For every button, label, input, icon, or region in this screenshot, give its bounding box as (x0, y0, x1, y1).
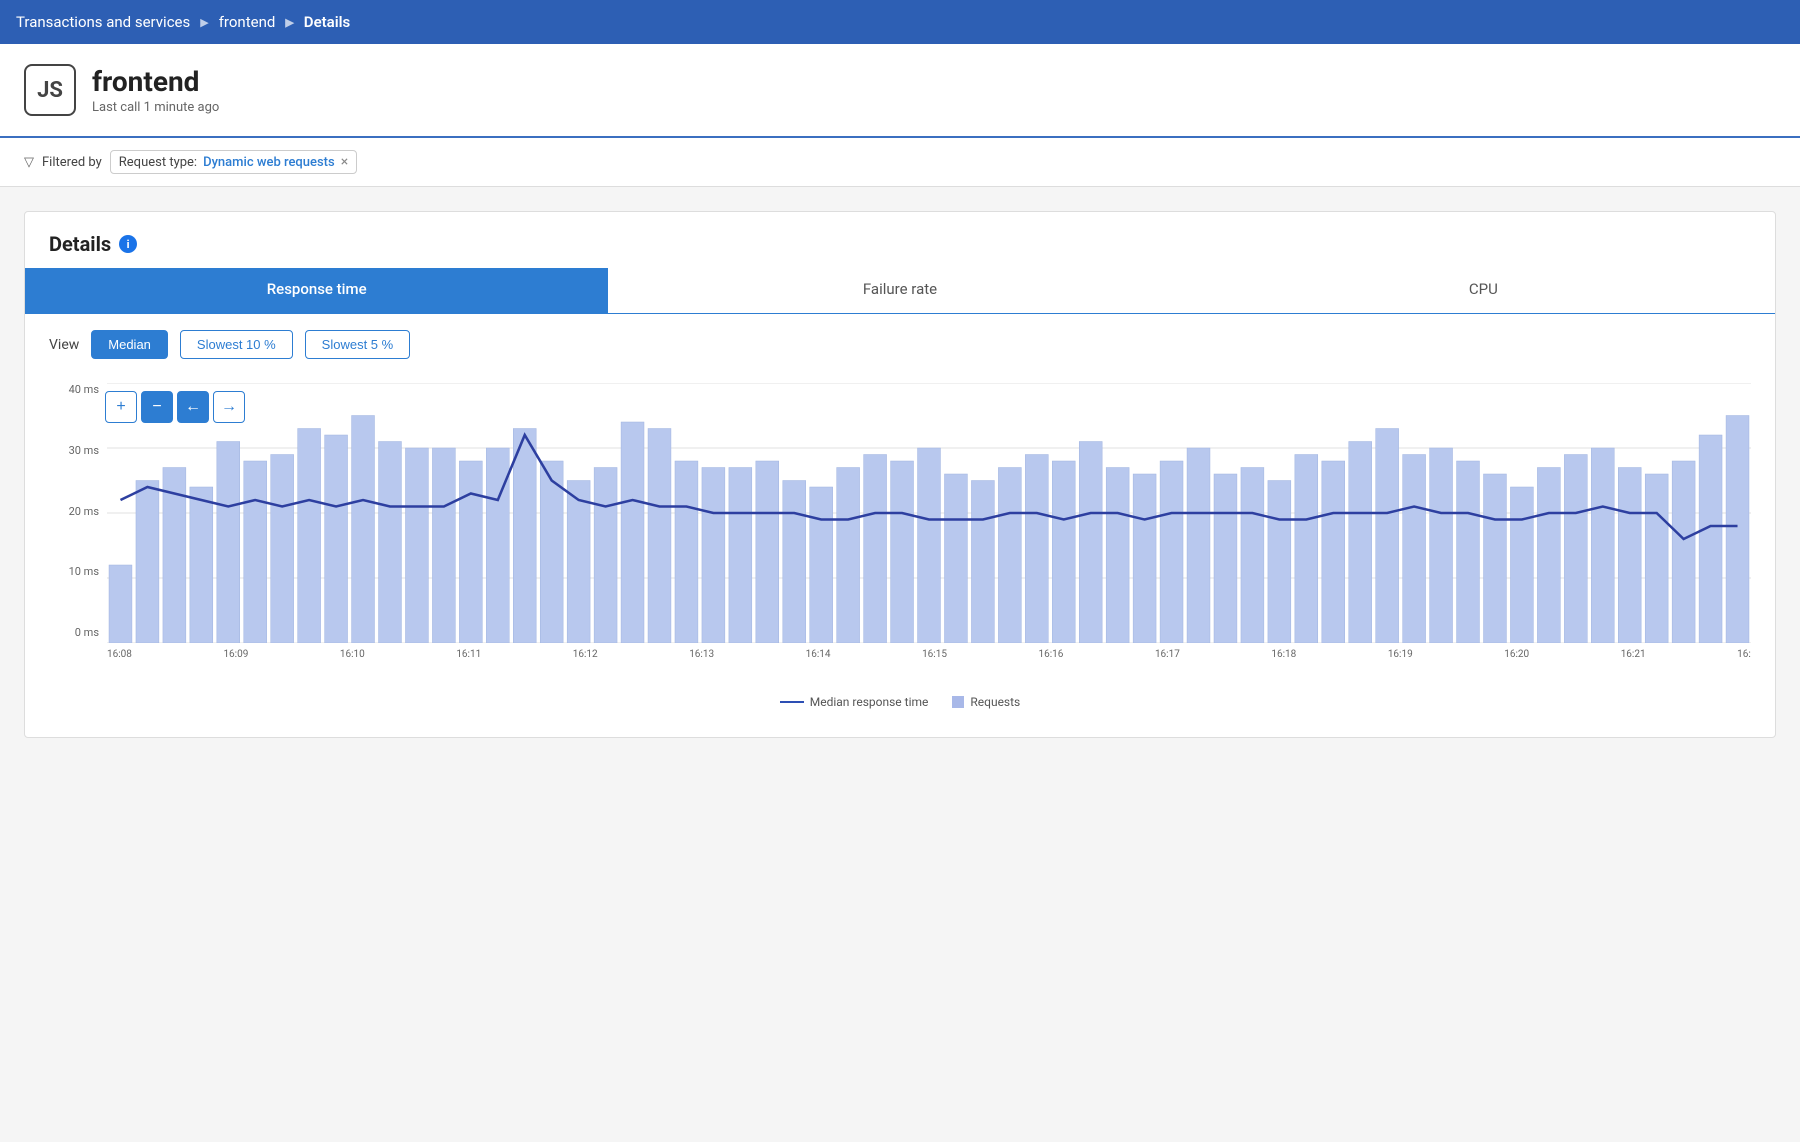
filter-close-button[interactable]: × (341, 154, 348, 170)
tab-failure-rate[interactable]: Failure rate (608, 268, 1191, 313)
x-label-1616: 16:16 (1039, 649, 1064, 660)
zoom-in-button[interactable]: + (105, 391, 137, 423)
y-label-20: 20 ms (49, 505, 107, 518)
info-icon[interactable]: i (119, 235, 137, 253)
chart-inner (107, 383, 1751, 643)
service-subtitle: Last call 1 minute ago (92, 100, 219, 115)
x-label-1612: 16:12 (573, 649, 598, 660)
x-label-1620: 16:20 (1504, 649, 1529, 660)
y-label-0: 0 ms (49, 626, 107, 639)
view-label: View (49, 337, 79, 353)
breadcrumb: Transactions and services frontend Detai… (0, 0, 1800, 44)
x-label-1615: 16:15 (922, 649, 947, 660)
view-btn-median[interactable]: Median (91, 330, 168, 359)
tab-response-time[interactable]: Response time (25, 268, 608, 313)
pan-right-button[interactable]: → (213, 391, 245, 423)
x-label-1609: 16:09 (223, 649, 248, 660)
breadcrumb-item-details[interactable]: Details (275, 13, 350, 31)
details-header: Details i (25, 212, 1775, 268)
zoom-out-button[interactable]: − (141, 391, 173, 423)
legend-line-icon (780, 701, 804, 703)
x-label-1608: 16:08 (107, 649, 132, 660)
zoom-controls: + − ← → (105, 391, 245, 423)
y-label-40: 40 ms (49, 383, 107, 396)
pan-left-button[interactable]: ← (177, 391, 209, 423)
legend-requests-label: Requests (970, 695, 1020, 709)
main-content: Details i Response time Failure rate CPU… (0, 187, 1800, 762)
details-title: Details (49, 232, 111, 256)
breadcrumb-item-frontend[interactable]: frontend (190, 13, 275, 31)
y-label-10: 10 ms (49, 565, 107, 578)
view-btn-slowest10[interactable]: Slowest 10 % (180, 330, 293, 359)
tab-cpu[interactable]: CPU (1192, 268, 1775, 313)
x-label-1613: 16:13 (689, 649, 714, 660)
x-label-1610: 16:10 (340, 649, 365, 660)
filter-badge: Request type: Dynamic web requests × (110, 150, 357, 174)
filter-prefix: Filtered by (42, 155, 102, 170)
service-header: JS frontend Last call 1 minute ago (0, 44, 1800, 138)
y-label-30: 30 ms (49, 444, 107, 457)
details-section: Details i Response time Failure rate CPU… (24, 211, 1776, 738)
y-axis: 0 ms 10 ms 20 ms 30 ms 40 ms (49, 383, 107, 643)
legend-median-label: Median response time (810, 695, 929, 709)
legend-requests: Requests (952, 695, 1020, 709)
x-label-1611: 16:11 (456, 649, 481, 660)
x-label-1619: 16:19 (1388, 649, 1413, 660)
x-label-1618: 16:18 (1271, 649, 1296, 660)
service-info: frontend Last call 1 minute ago (92, 65, 219, 115)
filter-icon: ▽ (24, 155, 34, 170)
chart-legend: Median response time Requests (49, 683, 1751, 713)
breadcrumb-item-transactions[interactable]: Transactions and services (16, 13, 190, 31)
nodejs-icon: JS (24, 64, 76, 116)
x-label-1621: 16:21 (1621, 649, 1646, 660)
x-label-1617: 16:17 (1155, 649, 1180, 660)
x-label-partial: 16: (1737, 649, 1751, 660)
filter-bar: ▽ Filtered by Request type: Dynamic web … (0, 138, 1800, 187)
service-title: frontend (92, 65, 219, 98)
view-btn-slowest5[interactable]: Slowest 5 % (305, 330, 411, 359)
x-label-1614: 16:14 (806, 649, 831, 660)
legend-bar-icon (952, 696, 964, 708)
filter-value: Dynamic web requests (203, 155, 335, 170)
filter-label: Request type: (119, 155, 197, 170)
legend-median: Median response time (780, 695, 929, 709)
view-row: View Median Slowest 10 % Slowest 5 % (25, 314, 1775, 375)
x-axis: 16:08 16:09 16:10 16:11 16:12 16:13 16:1… (107, 643, 1751, 683)
chart-area: + − ← → 0 ms 10 ms 20 ms 30 ms 40 ms (25, 383, 1775, 737)
chart-container: 0 ms 10 ms 20 ms 30 ms 40 ms (49, 383, 1751, 683)
tabs-row: Response time Failure rate CPU (25, 268, 1775, 314)
